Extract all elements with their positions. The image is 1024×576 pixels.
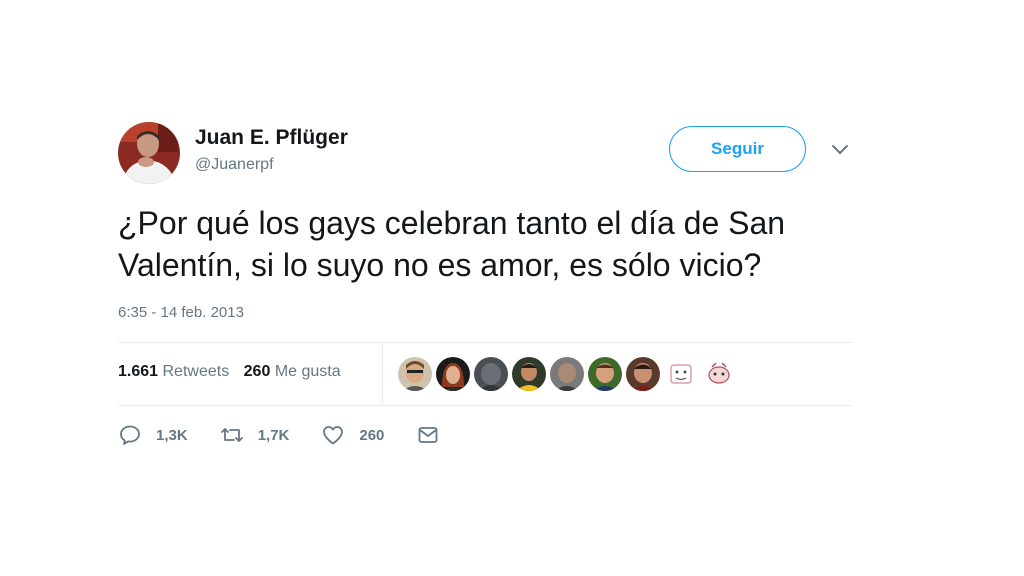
tweet-stats: 1.661 Retweets 260 Me gusta	[118, 342, 852, 406]
retweet-button[interactable]: 1,7K	[220, 423, 290, 447]
liker-avatar[interactable]	[398, 357, 432, 391]
liker-avatars	[398, 357, 736, 391]
user-name[interactable]: Juan E. Pflüger	[195, 126, 348, 150]
likes-count: 260	[243, 363, 271, 380]
retweet-count: 1,7K	[257, 426, 290, 444]
liker-avatar[interactable]	[474, 357, 508, 391]
envelope-icon	[419, 427, 438, 443]
heart-icon	[323, 426, 344, 445]
liker-avatar[interactable]	[702, 357, 736, 391]
tweet-timestamp[interactable]: 6:35 - 14 feb. 2013	[118, 304, 244, 321]
liker-avatar[interactable]	[664, 357, 698, 391]
reply-icon	[120, 425, 140, 445]
like-button[interactable]: 260	[321, 423, 384, 447]
liker-avatar[interactable]	[512, 357, 546, 391]
tweet-card: Juan E. Pflüger @Juanerpf Seguir ¿Por qu…	[118, 118, 854, 458]
stats-divider	[382, 343, 383, 405]
tweet-actions: 1,3K 1,7K 260	[118, 422, 472, 448]
likes-stat[interactable]: 260 Me gusta	[244, 363, 351, 380]
liker-avatar[interactable]	[550, 357, 584, 391]
liker-avatar[interactable]	[626, 357, 660, 391]
retweet-icon	[220, 428, 243, 442]
retweets-count: 1.661	[118, 363, 159, 380]
follow-button[interactable]: Seguir	[669, 126, 806, 172]
like-count: 260	[359, 426, 385, 444]
likes-label: Me gusta	[274, 363, 341, 380]
liker-avatar[interactable]	[588, 357, 622, 391]
stats-counts: 1.661 Retweets 260 Me gusta	[118, 363, 351, 381]
liker-avatar[interactable]	[436, 357, 470, 391]
reply-button[interactable]: 1,3K	[118, 423, 188, 447]
direct-message-button[interactable]	[416, 423, 440, 447]
user-avatar[interactable]	[118, 122, 180, 184]
reply-count: 1,3K	[156, 426, 188, 444]
tweet-text: ¿Por qué los gays celebran tanto el día …	[118, 205, 786, 283]
chevron-down-icon[interactable]	[831, 142, 849, 156]
retweets-label: Retweets	[162, 363, 230, 380]
retweets-stat[interactable]: 1.661 Retweets	[118, 363, 244, 380]
user-handle[interactable]: @Juanerpf	[195, 156, 274, 174]
